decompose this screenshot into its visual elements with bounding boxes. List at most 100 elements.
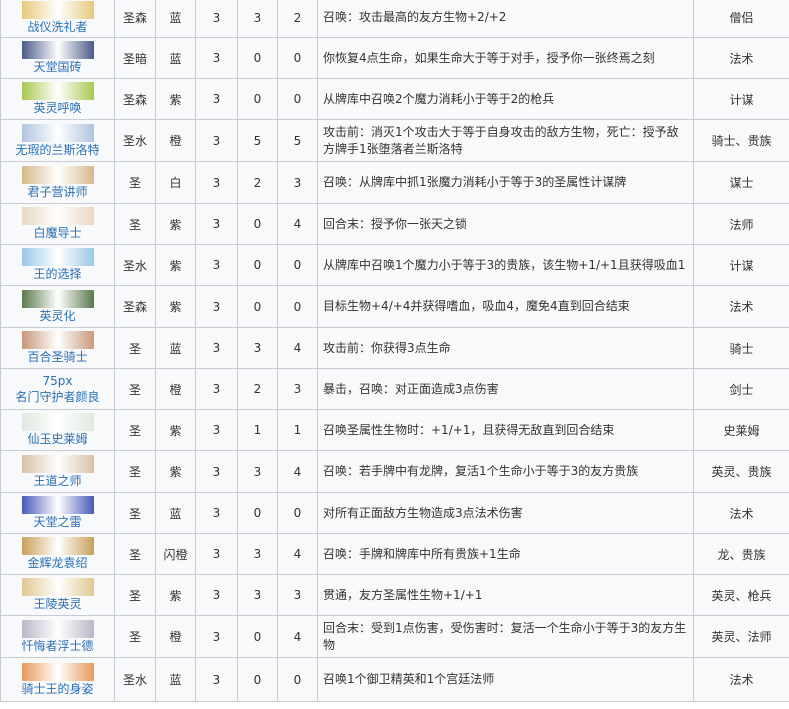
card-thumbnail[interactable] — [21, 289, 94, 308]
card-name-link[interactable]: 骑士王的身姿 — [3, 682, 112, 697]
cost-cell: 3 — [195, 119, 238, 162]
effect-cell: 召唤：手牌和牌库中所有贵族+1生命 — [317, 533, 694, 575]
card-thumbnail[interactable] — [21, 331, 94, 349]
faction-cell: 圣水 — [114, 119, 156, 162]
card-thumbnail[interactable] — [21, 662, 94, 681]
effect-cell: 召唤：若手牌中有龙牌，复活1个生命小于等于3的友方贵族 — [317, 450, 694, 493]
card-name-link[interactable]: 君子营讲师 — [3, 185, 112, 200]
faction-cell: 圣水 — [114, 244, 156, 286]
card-name-link[interactable]: 天堂国砖 — [3, 60, 112, 75]
card-thumbnail[interactable] — [21, 41, 94, 59]
faction-cell: 圣 — [114, 450, 156, 493]
card-name-link[interactable]: 王的选择 — [3, 267, 112, 282]
card-thumbnail[interactable] — [21, 496, 94, 514]
card-table-body: 战仪洗礼者 圣森蓝 3 3 2 召唤：攻击最高的友方生物+2/+2 僧侣 天堂国砖 圣暗蓝 3 0 0… — [0, 0, 789, 702]
type-cell: 史莱姆 — [693, 409, 789, 451]
card-thumbnail[interactable] — [21, 619, 94, 638]
attack-cell: 0 — [237, 203, 278, 245]
card-thumbnail[interactable] — [21, 454, 94, 473]
card-name-link[interactable]: 无瑕的兰斯洛特 — [3, 143, 112, 158]
card-cell: 英灵化 — [0, 285, 115, 328]
rarity-cell: 蓝 — [155, 0, 196, 38]
cost-cell: 3 — [195, 368, 238, 410]
card-name-link[interactable]: 百合圣骑士 — [3, 350, 112, 365]
card-thumbnail[interactable] — [21, 0, 94, 19]
effect-cell: 召唤：从牌库中抓1张魔力消耗小于等于3的圣属性计谋牌 — [317, 161, 694, 204]
card-name-link[interactable]: 忏悔者浮士德 — [3, 639, 112, 654]
card-thumbnail[interactable] — [21, 165, 94, 184]
table-row: 英灵化 圣森紫 3 0 0 目标生物+4/+4并获得嗜血，吸血4，魔免4直到回合结束 法术 — [0, 285, 789, 328]
cost-cell: 3 — [195, 161, 238, 204]
table-row: 无瑕的兰斯洛特 圣水橙 3 5 5 攻击前：消灭1个攻击大于等于自身攻击的敌方生物，死亡：… — [0, 119, 789, 162]
health-cell: 0 — [277, 285, 318, 328]
card-cell: 忏悔者浮士德 — [0, 615, 115, 658]
cost-cell: 3 — [195, 78, 238, 120]
attack-cell: 3 — [237, 327, 278, 369]
table-row: 王道之师圣紫 3 3 4 召唤：若手牌中有龙牌，复活1个生命小于等于3的友方贵族 英灵、贵… — [0, 450, 789, 493]
card-cell: 无瑕的兰斯洛特 — [0, 119, 115, 162]
rarity-cell: 蓝 — [155, 492, 196, 534]
card-thumbnail[interactable] — [21, 413, 94, 431]
table-row: 百合圣骑士圣蓝 3 3 4 攻击前：你获得3点生命 骑士 — [0, 327, 789, 369]
faction-cell: 圣水 — [114, 657, 156, 702]
health-cell: 1 — [277, 409, 318, 451]
rarity-cell: 橙 — [155, 368, 196, 410]
card-name-link[interactable]: 名门守护者颜良 — [3, 390, 112, 405]
card-thumbnail[interactable] — [21, 248, 94, 266]
card-name-link[interactable]: 仙玉史莱姆 — [3, 432, 112, 447]
attack-cell: 5 — [237, 119, 278, 162]
type-cell: 英灵、法师 — [693, 615, 789, 658]
cost-cell: 3 — [195, 574, 238, 616]
cost-cell: 3 — [195, 327, 238, 369]
card-cell: 王道之师 — [0, 450, 115, 493]
health-cell: 4 — [277, 450, 318, 493]
faction-cell: 圣 — [114, 492, 156, 534]
faction-cell: 圣 — [114, 203, 156, 245]
faction-cell: 圣森 — [114, 0, 156, 38]
type-cell: 计谋 — [693, 244, 789, 286]
card-thumbnail[interactable] — [21, 578, 94, 596]
effect-cell: 攻击前：消灭1个攻击大于等于自身攻击的敌方生物，死亡：授予敌方牌手1张堕落者兰斯… — [317, 119, 694, 162]
card-name-link[interactable]: 英灵化 — [3, 309, 112, 324]
table-row: 王陵英灵圣紫 3 3 3 贯通，友方圣属性生物+1/+1 英灵、枪兵 — [0, 574, 789, 616]
rarity-cell: 紫 — [155, 285, 196, 328]
cost-cell: 3 — [195, 37, 238, 79]
type-cell: 法术 — [693, 657, 789, 702]
card-name-link[interactable]: 王道之师 — [3, 474, 112, 489]
card-name-link[interactable]: 金辉龙袁绍 — [3, 556, 112, 571]
type-cell: 龙、贵族 — [693, 533, 789, 575]
health-cell: 5 — [277, 119, 318, 162]
cost-cell: 3 — [195, 450, 238, 493]
effect-cell: 攻击前：你获得3点生命 — [317, 327, 694, 369]
type-cell: 英灵、贵族 — [693, 450, 789, 493]
card-name-link[interactable]: 英灵呼唤 — [3, 101, 112, 116]
card-name-link[interactable]: 天堂之雷 — [3, 515, 112, 530]
card-name-link[interactable]: 白魔导士 — [3, 226, 112, 241]
card-name-link[interactable]: 战仪洗礼者 — [3, 20, 112, 35]
card-name-link[interactable]: 王陵英灵 — [3, 597, 112, 612]
effect-cell: 召唤：攻击最高的友方生物+2/+2 — [317, 0, 694, 38]
table-row: 金辉龙袁绍圣闪橙 3 3 4 召唤：手牌和牌库中所有贵族+1生命 龙、贵族 — [0, 533, 789, 575]
cost-cell: 3 — [195, 285, 238, 328]
card-thumbnail[interactable] — [21, 123, 94, 142]
health-cell: 4 — [277, 533, 318, 575]
attack-cell: 3 — [237, 0, 278, 38]
card-cell: 百合圣骑士 — [0, 327, 115, 369]
card-thumbnail[interactable] — [21, 82, 94, 100]
card-table-view: 战仪洗礼者 圣森蓝 3 3 2 召唤：攻击最高的友方生物+2/+2 僧侣 天堂国砖 圣暗蓝 3 0 0… — [0, 0, 789, 709]
attack-cell: 3 — [237, 574, 278, 616]
card-thumbnail[interactable] — [21, 207, 94, 225]
health-cell: 3 — [277, 161, 318, 204]
rarity-cell: 橙 — [155, 615, 196, 658]
card-thumbnail[interactable] — [21, 537, 94, 555]
effect-cell: 从牌库中召唤2个魔力消耗小于等于2的枪兵 — [317, 78, 694, 120]
effect-cell: 从牌库中召唤1个魔力小于等于3的贵族，该生物+1/+1且获得吸血1 — [317, 244, 694, 286]
table-row: 75px 名门守护者颜良圣橙 3 2 3 暴击，召唤：对正面造成3点伤害 剑士 — [0, 368, 789, 410]
effect-cell: 对所有正面敌方生物造成3点法术伤害 — [317, 492, 694, 534]
card-cell: 75px 名门守护者颜良 — [0, 368, 115, 410]
cost-cell: 3 — [195, 409, 238, 451]
attack-cell: 0 — [237, 615, 278, 658]
faction-cell: 圣暗 — [114, 37, 156, 79]
type-cell: 骑士、贵族 — [693, 119, 789, 162]
faction-cell: 圣 — [114, 161, 156, 204]
